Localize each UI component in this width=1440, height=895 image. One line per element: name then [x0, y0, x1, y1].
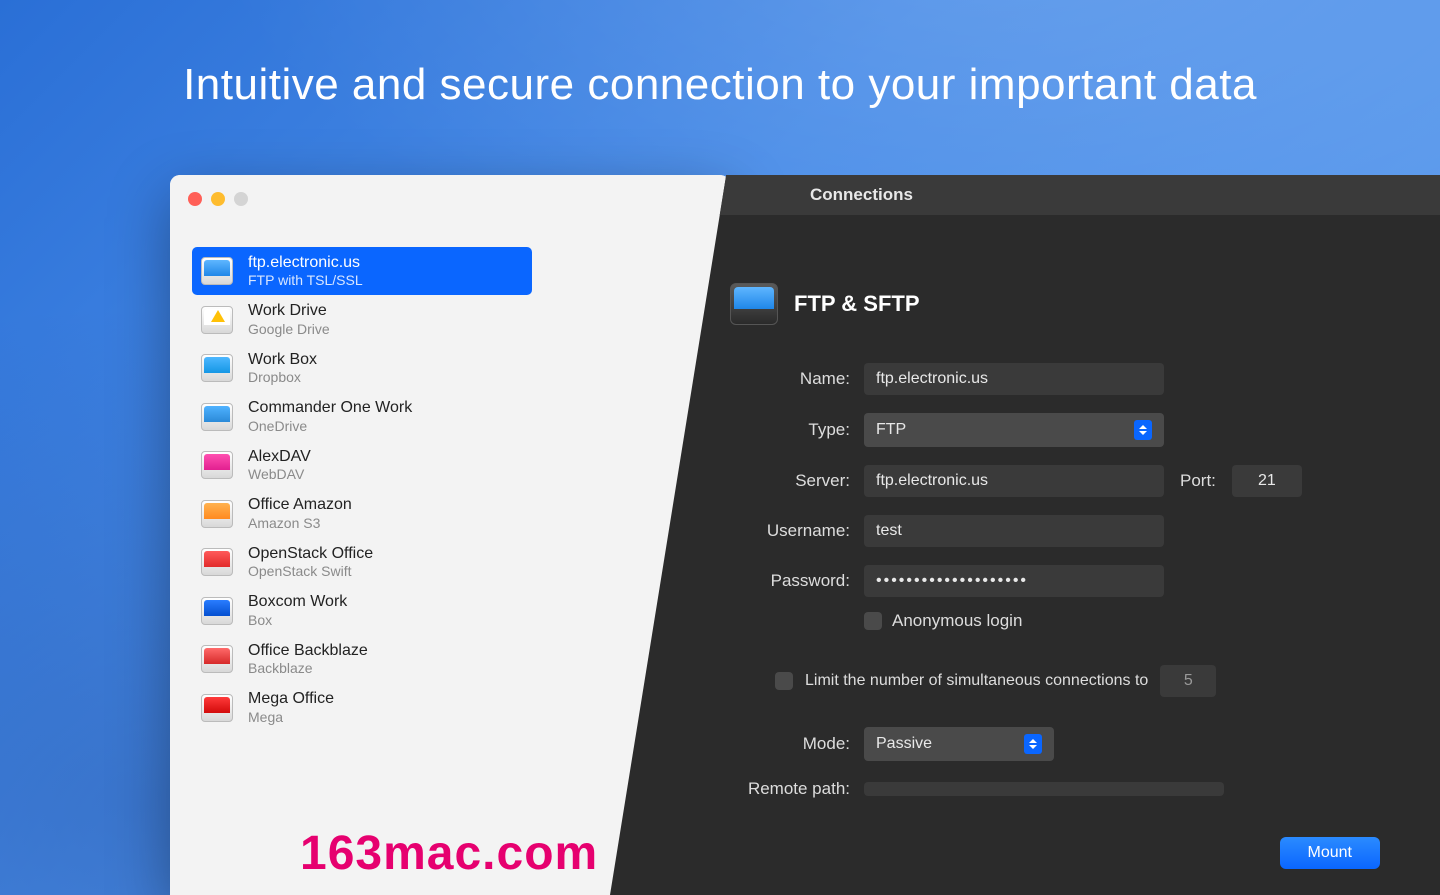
list-item-title: AlexDAV [248, 448, 311, 466]
chevron-updown-icon [1024, 734, 1042, 754]
webdav-icon [200, 448, 234, 482]
list-item[interactable]: Work DriveGoogle Drive [192, 295, 532, 343]
onedrive-icon [200, 400, 234, 434]
list-item[interactable]: ftp.electronic.usFTP with TSL/SSL [192, 247, 532, 295]
minimize-icon[interactable] [211, 192, 225, 206]
list-item-title: Work Drive [248, 302, 330, 320]
server-field[interactable]: ftp.electronic.us [864, 465, 1164, 497]
mega-icon [200, 691, 234, 725]
list-item[interactable]: Commander One WorkOneDrive [192, 392, 532, 440]
list-item[interactable]: Boxcom WorkBox [192, 586, 532, 634]
password-field[interactable]: •••••••••••••••••••• [864, 565, 1164, 597]
list-item-sub: FTP with TSL/SSL [248, 272, 363, 288]
hero-title: Intuitive and secure connection to your … [0, 60, 1440, 110]
maximize-icon[interactable] [234, 192, 248, 206]
list-item[interactable]: Mega OfficeMega [192, 683, 532, 731]
name-label: Name: [730, 369, 850, 389]
list-item[interactable]: Work BoxDropbox [192, 344, 532, 392]
list-item-sub: Mega [248, 709, 334, 725]
list-item-sub: Dropbox [248, 369, 317, 385]
list-item-sub: OpenStack Swift [248, 563, 373, 579]
google-drive-icon [200, 303, 234, 337]
section-header: FTP & SFTP [730, 283, 1440, 325]
list-item-title: Work Box [248, 351, 317, 369]
ftp-drive-icon [200, 254, 234, 288]
box-icon [200, 594, 234, 628]
mode-label: Mode: [720, 734, 850, 754]
list-item-sub: Box [248, 612, 347, 628]
list-item-title: Commander One Work [248, 399, 412, 417]
list-item-title: Office Amazon [248, 496, 352, 514]
list-item-sub: OneDrive [248, 418, 412, 434]
type-select[interactable]: FTP [864, 413, 1164, 447]
list-item[interactable]: AlexDAVWebDAV [192, 441, 532, 489]
chevron-updown-icon [1134, 420, 1152, 440]
list-item-sub: Google Drive [248, 321, 330, 337]
connection-form: Name: ftp.electronic.us Type: FTP Server… [730, 363, 1410, 597]
panel-title: Connections [610, 175, 1440, 215]
watermark: 163mac.com [300, 826, 598, 881]
type-select-value: FTP [876, 421, 906, 439]
mount-button[interactable]: Mount [1280, 837, 1380, 869]
username-label: Username: [730, 521, 850, 541]
list-item-sub: Backblaze [248, 660, 368, 676]
list-item[interactable]: OpenStack OfficeOpenStack Swift [192, 538, 532, 586]
close-icon[interactable] [188, 192, 202, 206]
connection-detail-panel: Connections FTP & SFTP Name: ftp.electro… [610, 175, 1440, 895]
connections-list: ftp.electronic.usFTP with TSL/SSL Work D… [192, 247, 532, 732]
amazon-s3-icon [200, 497, 234, 531]
list-item[interactable]: Office AmazonAmazon S3 [192, 489, 532, 537]
mode-select[interactable]: Passive [864, 727, 1054, 761]
list-item-title: Boxcom Work [248, 593, 347, 611]
password-label: Password: [730, 571, 850, 591]
backblaze-icon [200, 642, 234, 676]
remote-path-label: Remote path: [720, 779, 850, 799]
server-label: Server: [730, 471, 850, 491]
type-label: Type: [730, 420, 850, 440]
titlebar [170, 175, 730, 223]
username-field[interactable]: test [864, 515, 1164, 547]
dropbox-icon [200, 351, 234, 385]
mode-select-value: Passive [876, 735, 932, 753]
limit-connections-row[interactable]: Limit the number of simultaneous connect… [775, 665, 1440, 697]
name-field[interactable]: ftp.electronic.us [864, 363, 1164, 395]
port-label: Port: [1180, 471, 1216, 491]
list-item[interactable]: Office BackblazeBackblaze [192, 635, 532, 683]
list-item-title: Office Backblaze [248, 642, 368, 660]
section-title: FTP & SFTP [794, 291, 920, 317]
limit-connections-label: Limit the number of simultaneous connect… [805, 672, 1148, 690]
anonymous-login-row[interactable]: Anonymous login [864, 611, 1440, 631]
list-item-title: OpenStack Office [248, 545, 373, 563]
anonymous-login-label: Anonymous login [892, 611, 1022, 631]
list-item-sub: Amazon S3 [248, 515, 352, 531]
list-item-sub: WebDAV [248, 466, 311, 482]
openstack-icon [200, 545, 234, 579]
anonymous-login-checkbox[interactable] [864, 612, 882, 630]
limit-connections-checkbox[interactable] [775, 672, 793, 690]
list-item-title: ftp.electronic.us [248, 254, 363, 272]
port-field[interactable]: 21 [1232, 465, 1302, 497]
limit-connections-field[interactable]: 5 [1160, 665, 1216, 697]
ftp-drive-icon [730, 283, 778, 325]
stage: ftp.electronic.usFTP with TSL/SSL Work D… [170, 175, 1440, 895]
list-item-title: Mega Office [248, 690, 334, 708]
remote-path-field[interactable] [864, 782, 1224, 796]
